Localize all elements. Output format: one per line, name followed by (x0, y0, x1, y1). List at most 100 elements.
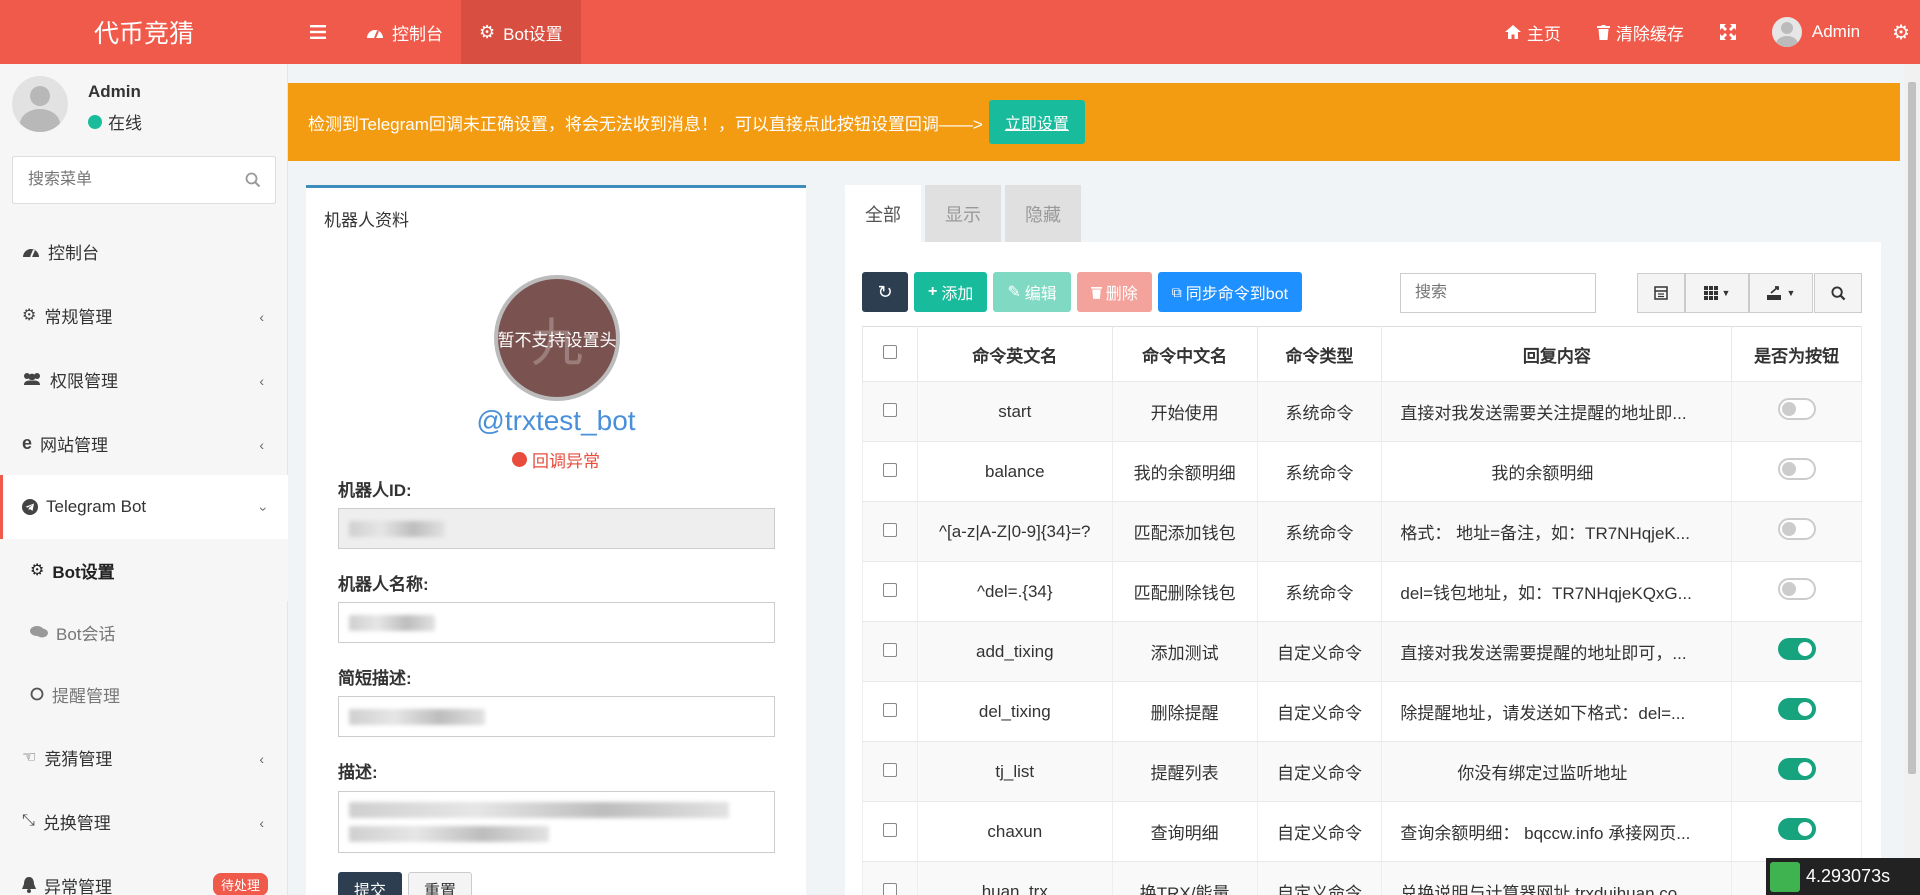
user-status: 在线 (88, 109, 142, 134)
table-row[interactable]: huan_trx 换TRX/能量 自定义命令 兑换说明与计算器网址 trxduihua… (862, 861, 1862, 895)
command-zh-cell: 换TRX/能量 (1111, 861, 1258, 895)
is-button-toggle[interactable] (1777, 518, 1816, 540)
top-header: 代币竞猜 控制台 ⚙ Bot设置 主页 清除缓存 Admin ⚙ (0, 0, 1920, 64)
sidebar-subitem-bot-sessions[interactable]: Bot会话 (0, 601, 288, 663)
sidebar-subitem-reminders[interactable]: 提醒管理 (0, 663, 288, 725)
row-checkbox[interactable] (882, 582, 897, 597)
reset-button[interactable]: 重置 (408, 872, 472, 895)
reply-cell: del=钱包地址，如：TR7NHqjeKQxG... (1381, 561, 1733, 622)
fullscreen-button[interactable] (1702, 0, 1754, 64)
sync-commands-button[interactable]: ⧉ 同步命令到bot (1157, 272, 1303, 312)
reply-text: 直接对我发送需要关注提醒的地址即... (1400, 404, 1687, 423)
table-row[interactable]: balance 我的余额明细 系统命令 我的余额明细 (862, 441, 1862, 502)
row-checkbox[interactable] (882, 702, 897, 717)
search-icon[interactable] (245, 172, 261, 188)
export-dropdown-button[interactable]: ▼ (1749, 273, 1813, 313)
sidebar-item-exchange[interactable]: ⤡ 兑换管理 ‹ (0, 789, 288, 853)
table-search-input[interactable] (1401, 274, 1595, 312)
sidebar-toggle-button[interactable] (288, 0, 348, 64)
row-checkbox[interactable] (882, 642, 897, 657)
bot-name-field[interactable] (338, 602, 775, 643)
is-button-toggle[interactable] (1777, 638, 1816, 660)
sidebar-item-telegram-bot[interactable]: Telegram Bot ‹ (0, 475, 288, 539)
scrollbar-thumb[interactable] (1908, 82, 1916, 774)
is-button-cell (1731, 441, 1862, 502)
row-checkbox[interactable] (882, 882, 897, 895)
table-row[interactable]: start 开始使用 系统命令 直接对我发送需要关注提醒的地址即... (862, 381, 1862, 442)
tab-visible[interactable]: 显示 (925, 185, 1001, 242)
command-type-cell: 系统命令 (1256, 381, 1383, 442)
reply-text: 我的余额明细 (1491, 464, 1594, 483)
sidebar: Admin 在线 控制台 ⚙ 常规管理 ‹ 权限管理 ‹ e 网站管理 ‹ (0, 64, 288, 895)
search-icon (1830, 285, 1845, 300)
row-checkbox[interactable] (882, 402, 897, 417)
leaf-logo-icon (1770, 861, 1800, 892)
column-header[interactable]: 命令中文名 (1111, 326, 1258, 382)
tab-all[interactable]: 全部 (845, 185, 921, 242)
group-icon (24, 373, 40, 385)
settings-button[interactable]: ⚙ (1878, 0, 1920, 64)
sidebar-item-permissions[interactable]: 权限管理 ‹ (0, 347, 288, 411)
row-checkbox[interactable] (882, 522, 897, 537)
bot-id-field[interactable] (338, 508, 775, 549)
redacted-value (349, 802, 729, 818)
column-header[interactable]: 命令英文名 (916, 326, 1113, 382)
table-row[interactable]: ^del=.{34} 匹配删除钱包 系统命令 del=钱包地址，如：TR7NHqjeK… (862, 561, 1862, 622)
submit-button[interactable]: 提交 (338, 872, 402, 895)
user-menu[interactable]: Admin (1754, 0, 1878, 64)
row-checkbox[interactable] (882, 462, 897, 477)
caret-down-icon: ▼ (1721, 288, 1731, 298)
sidebar-item-exceptions[interactable]: 异常管理 待处理 (0, 853, 288, 895)
brand-logo[interactable]: 代币竞猜 (0, 0, 288, 64)
sidebar-subitem-bot-settings[interactable]: ⚙ Bot设置 (0, 539, 288, 601)
column-header[interactable]: 命令类型 (1256, 326, 1383, 382)
table-row[interactable]: chaxun 查询明细 自定义命令 查询余额明细： bqccw.info 承接网页..… (862, 801, 1862, 862)
is-button-toggle[interactable] (1777, 398, 1816, 420)
tab-hidden[interactable]: 隐藏 (1005, 185, 1081, 242)
select-all-checkbox[interactable] (882, 345, 897, 359)
row-checkbox[interactable] (882, 762, 897, 777)
bot-callback-status: 回调异常 (306, 447, 806, 472)
menu-search-input[interactable] (13, 157, 233, 203)
is-button-toggle[interactable] (1777, 458, 1816, 480)
set-callback-button[interactable]: 立即设置 (988, 100, 1085, 144)
row-checkbox[interactable] (882, 822, 897, 837)
sidebar-item-general[interactable]: ⚙ 常规管理 ‹ (0, 283, 288, 347)
column-header[interactable]: 是否为按钮 (1731, 326, 1862, 382)
command-en-cell: ^[a-z|A-Z|0-9]{34}=? (916, 501, 1113, 562)
page-load-timer: 4.293073s (1766, 858, 1920, 895)
avatar-placeholder-text: 暂不支持设置头 (497, 330, 617, 350)
edit-button[interactable]: ✎ 编辑 (993, 272, 1071, 312)
clear-cache-button[interactable]: 清除缓存 (1579, 0, 1702, 64)
status-badge: 待处理 (212, 873, 268, 895)
short-description-field[interactable] (338, 696, 775, 737)
delete-button[interactable]: 删除 (1076, 272, 1152, 312)
home-link[interactable]: 主页 (1487, 0, 1579, 64)
command-zh-cell: 删除提醒 (1111, 681, 1258, 742)
table-row[interactable]: add_tixing 添加测试 自定义命令 直接对我发送需要提醒的地址即可，... (862, 621, 1862, 682)
column-header[interactable]: 回复内容 (1381, 326, 1733, 382)
sidebar-item-website[interactable]: e 网站管理 ‹ (0, 411, 288, 475)
is-button-toggle[interactable] (1777, 578, 1816, 600)
is-button-toggle[interactable] (1777, 698, 1816, 720)
is-button-toggle[interactable] (1777, 818, 1816, 840)
is-button-toggle[interactable] (1777, 758, 1816, 780)
bot-username-link[interactable]: @trxtest_bot (306, 405, 806, 437)
sidebar-item-dashboard[interactable]: 控制台 (0, 219, 288, 283)
toggle-view-button[interactable] (1637, 273, 1685, 313)
sync-button-label: 同步命令到bot (1185, 286, 1289, 303)
refresh-button[interactable]: ↻ (862, 272, 908, 312)
description-textarea[interactable] (338, 791, 775, 853)
page-scrollbar[interactable] (1904, 64, 1920, 895)
add-button[interactable]: + 添加 (914, 272, 988, 312)
advanced-search-button[interactable] (1814, 273, 1862, 313)
table-row[interactable]: ^[a-z|A-Z|0-9]{34}=? 匹配添加钱包 系统命令 格式： 地址=备注，… (862, 501, 1862, 562)
tab-bot-settings[interactable]: ⚙ Bot设置 (461, 0, 581, 64)
tab-dashboard[interactable]: 控制台 (348, 0, 461, 64)
table-row[interactable]: tj_list 提醒列表 自定义命令 你没有绑定过监听地址 (862, 741, 1862, 802)
command-en-cell: huan_trx (916, 861, 1113, 895)
table-row[interactable]: del_tixing 删除提醒 自定义命令 除提醒地址，请发送如下格式：del=... (862, 681, 1862, 742)
sidebar-item-guessing[interactable]: ☜ 竞猜管理 ‹ (0, 725, 288, 789)
clear-cache-label: 清除缓存 (1615, 24, 1684, 44)
columns-dropdown-button[interactable]: ▼ (1685, 273, 1749, 313)
